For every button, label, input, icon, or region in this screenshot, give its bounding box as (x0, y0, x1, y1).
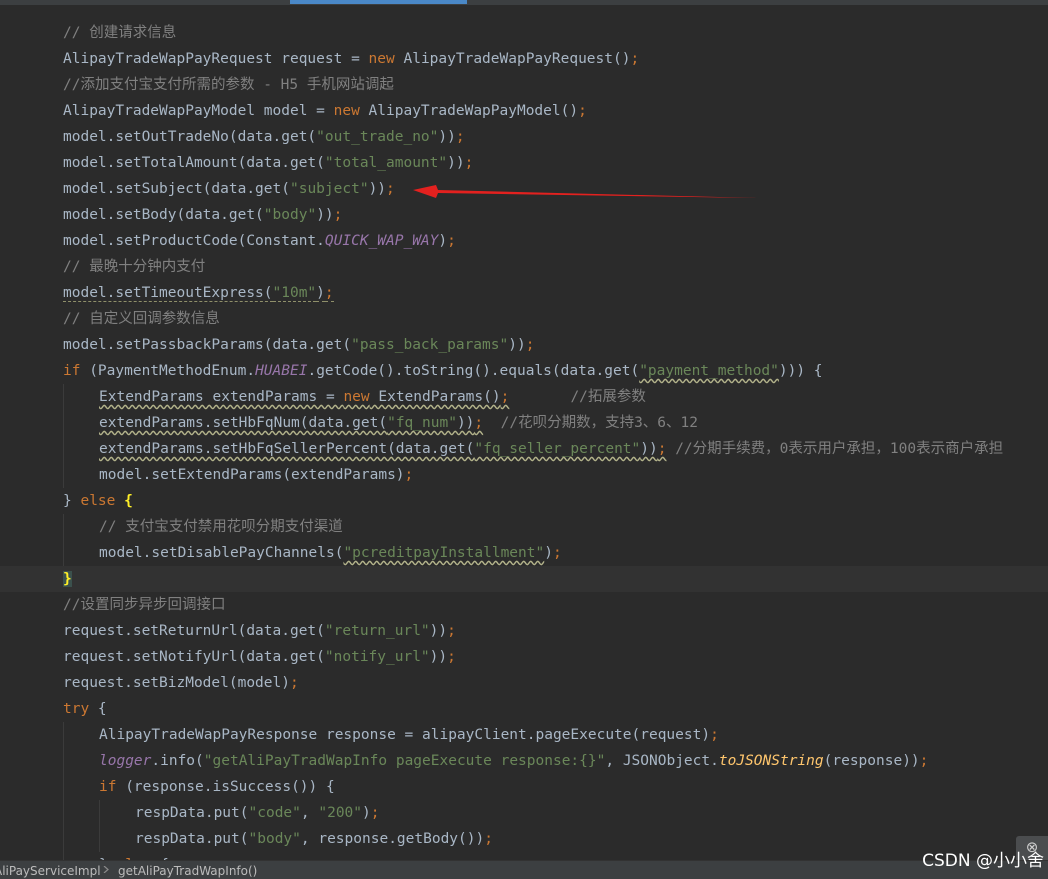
code-editor[interactable]: // 创建请求信息 AlipayTradeWapPayRequest reques… (0, 0, 1048, 860)
red-arrow-annotation (413, 185, 758, 198)
csdn-watermark: CSDN @小小舍 (922, 851, 1044, 871)
breadcrumb-method[interactable]: getAliPayTradWapInfo() (118, 864, 257, 878)
breadcrumb-class[interactable]: AliPayServiceImpl (0, 864, 101, 878)
breadcrumb-chevron-icon (103, 866, 109, 873)
red-arrow-shape (413, 185, 758, 198)
status-bar: AliPayServiceImpl getAliPayTradWapInfo() (0, 860, 1048, 879)
